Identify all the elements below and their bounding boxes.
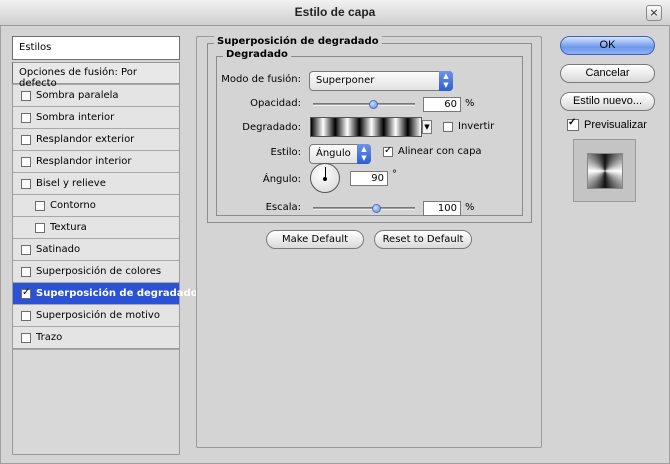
gradient-label: Degradado: [242,122,301,133]
preview-checkbox[interactable]: Previsualizar [567,117,647,131]
style-checkbox[interactable] [21,90,31,101]
style-checkbox[interactable] [21,266,31,277]
opacity-slider[interactable] [313,103,415,106]
style-list-item-label: Trazo [36,332,63,343]
style-checkbox[interactable] [21,332,31,343]
style-label: Estilo: [270,147,302,158]
style-list-item-label: Textura [50,222,87,233]
align-with-layer-checkbox[interactable]: Alinear con capa [383,145,482,157]
style-list-item[interactable]: Bisel y relieve [13,172,179,194]
blend-mode-label: Modo de fusión: [221,74,301,85]
ok-button[interactable]: OK [560,36,655,55]
style-list-item-label: Superposición de colores [36,266,162,277]
invert-label: Invertir [458,121,495,132]
cancel-button[interactable]: Cancelar [560,64,655,83]
style-checkbox[interactable] [21,244,31,255]
scale-slider-thumb[interactable] [372,204,382,213]
style-list-item[interactable]: Textura [13,216,179,238]
style-select[interactable]: Ángulo ▲ ▼ [309,144,371,164]
gradient-group: Degradado Modo de fusión: Superponer ▲ ▼ … [216,49,523,216]
settings-panel: Superposición de degradado Degradado Mod… [196,36,542,448]
close-icon[interactable]: × [646,5,662,21]
style-value: Ángulo [316,148,351,159]
style-list-item-label: Sombra interior [36,112,115,123]
style-list-item[interactable]: Superposición de colores [13,260,179,282]
style-list-item[interactable]: Contorno [13,194,179,216]
style-list-item-label: Resplandor interior [36,156,132,167]
style-list-item[interactable]: Resplandor interior [13,150,179,172]
style-checkbox[interactable] [21,310,31,321]
opacity-label: Opacidad: [250,98,301,109]
angle-unit: ° [392,169,397,180]
opacity-unit: % [465,98,475,109]
style-list-item[interactable]: Satinado [13,238,179,260]
window-title: Estilo de capa [294,5,376,19]
scale-input[interactable]: 100 [423,201,461,216]
blend-mode-select[interactable]: Superponer ▲ ▼ [309,71,453,91]
invert-checkbox-box[interactable] [443,121,453,132]
style-list-item-label: Sombra paralela [36,90,119,101]
style-list-item-label: Superposición de degradado [36,288,198,299]
select-arrows-icon: ▲ ▼ [357,144,371,164]
styles-panel: Estilos Opciones de fusión: Por defecto … [12,36,198,455]
blending-options-item[interactable]: Opciones de fusión: Por defecto [12,62,180,89]
title-bar: Estilo de capa × [0,0,670,26]
style-list-item[interactable]: Sombra interior [13,106,179,128]
style-checkbox[interactable] [21,134,31,145]
style-list-item-label: Bisel y relieve [36,178,106,189]
angle-dial-center [323,177,327,181]
blend-mode-value: Superponer [316,75,375,86]
reset-to-default-button[interactable]: Reset to Default [374,230,472,249]
style-list-item-label: Contorno [50,200,96,211]
preview-checkbox-box[interactable] [567,117,579,131]
make-default-button[interactable]: Make Default [266,230,364,249]
scale-unit: % [465,202,475,213]
style-checkbox[interactable] [35,200,45,211]
align-checkbox-box[interactable] [383,145,393,157]
styles-header[interactable]: Estilos [12,36,180,60]
invert-checkbox[interactable]: Invertir [443,121,494,132]
style-checkbox[interactable] [21,112,31,123]
gradient-preview[interactable] [310,117,422,137]
style-list-item[interactable]: Superposición de motivo [13,304,179,326]
style-preview [573,139,636,202]
new-style-button[interactable]: Estilo nuevo... [560,92,655,111]
style-list-item-label: Superposición de motivo [36,310,160,321]
preview-label: Previsualizar [584,119,647,131]
group-title: Degradado [223,49,291,60]
style-list-item[interactable]: Trazo [13,326,179,348]
section-title: Superposición de degradado [214,36,382,47]
scale-slider[interactable] [313,207,415,210]
opacity-input[interactable]: 60 [423,97,461,112]
style-checkbox[interactable] [21,178,31,189]
select-arrows-icon: ▲ ▼ [439,71,453,91]
scale-label: Escala: [265,202,301,213]
style-list-item-label: Satinado [36,244,81,255]
style-list-item-label: Resplandor exterior [36,134,135,145]
angle-dial[interactable] [310,163,340,193]
style-checkbox[interactable] [35,222,45,233]
angle-label: Ángulo: [262,174,301,185]
gradient-overlay-group: Superposición de degradado Degradado Mod… [207,36,532,223]
angle-input[interactable]: 90 [350,171,388,186]
style-list: Sombra paralela Sombra interior Resplandor… [12,84,198,349]
preview-swatch [588,154,622,188]
style-list-item[interactable]: Resplandor exterior [13,128,179,150]
style-list-item[interactable]: Superposición de degradado [13,282,198,304]
align-label: Alinear con capa [398,146,482,157]
style-checkbox[interactable] [21,287,31,299]
gradient-dropdown-icon[interactable]: ▼ [422,120,432,134]
style-list-empty-area [12,349,180,455]
style-checkbox[interactable] [21,156,31,167]
opacity-slider-thumb[interactable] [369,100,379,109]
